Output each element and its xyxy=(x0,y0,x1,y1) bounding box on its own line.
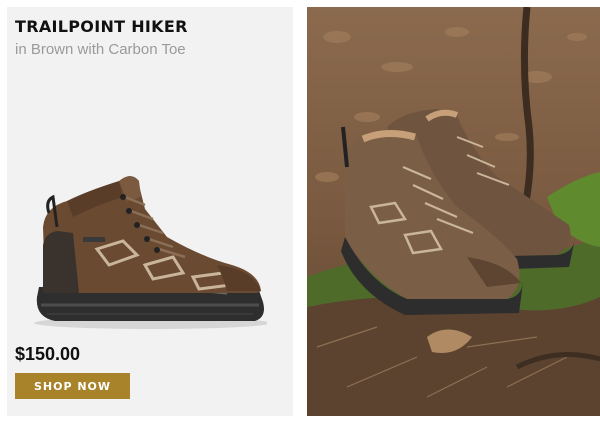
product-price: $150.00 xyxy=(15,344,81,364)
product-title: TRAILPOINT HIKER xyxy=(15,17,188,36)
product-image[interactable] xyxy=(27,157,267,347)
product-card: TRAILPOINT HIKER in Brown with Carbon To… xyxy=(7,7,293,416)
lifestyle-photo xyxy=(307,7,600,416)
product-variant: in Brown with Carbon Toe xyxy=(15,41,186,58)
shop-now-button[interactable]: SHOP NOW xyxy=(15,373,130,399)
